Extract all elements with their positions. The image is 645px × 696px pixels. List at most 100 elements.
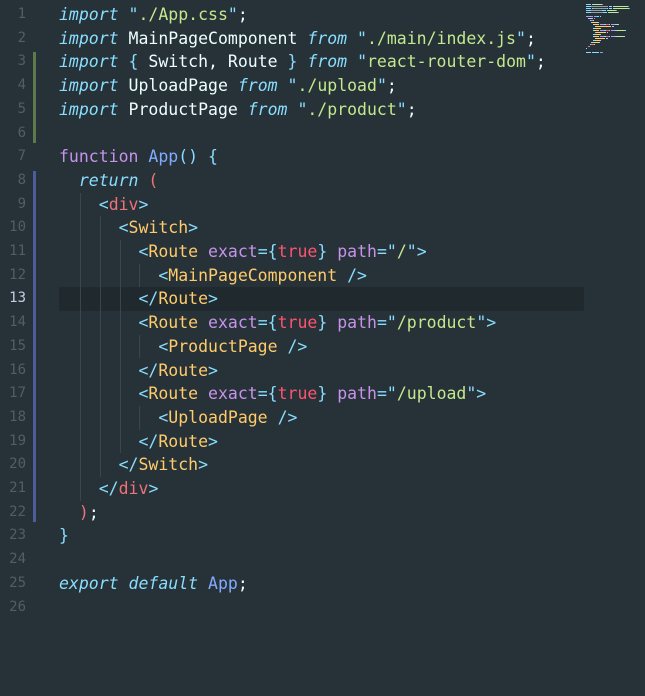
code-token: export [59, 573, 119, 593]
code-token: /upload [396, 384, 467, 404]
line-number: 11 [9, 243, 26, 259]
code-token: " [357, 52, 367, 72]
code-token: ( [148, 170, 159, 190]
minimap-token [623, 30, 626, 31]
minimap-token [603, 12, 607, 13]
line-number: 12 [9, 266, 26, 283]
code-token: UploadPage [168, 407, 268, 427]
code-token: Switch, Route [138, 52, 288, 72]
line-number: 1 [17, 6, 26, 22]
line-number: 5 [17, 100, 26, 117]
code-line: import "./App.css"; [59, 3, 248, 27]
code-token: App [148, 147, 179, 167]
git-added-marker[interactable] [33, 52, 36, 144]
code-token: " [516, 28, 526, 48]
code-token: ) [78, 502, 89, 522]
code-token: function [59, 147, 139, 167]
minimap[interactable] [586, 4, 634, 56]
code-token: () [178, 147, 199, 167]
code-token: ./main/index.js [366, 28, 516, 48]
code-line: <Route exact={true} path="/upload"> [59, 382, 486, 406]
code-token: < [138, 313, 149, 333]
minimap-token [593, 20, 595, 21]
minimap-token [591, 10, 603, 11]
minimap-token [612, 26, 614, 27]
code-line: </Switch> [59, 453, 208, 477]
code-token: from [247, 99, 288, 119]
code-token: div [108, 194, 139, 214]
code-token: Switch [138, 455, 199, 475]
minimap-token [586, 4, 592, 5]
code-token: exact [208, 313, 258, 333]
minimap-token [594, 44, 596, 45]
code-token: ProductPage [168, 336, 278, 356]
code-token: < [118, 218, 129, 238]
line-number: 8 [17, 171, 26, 188]
code-token: ; [535, 52, 546, 72]
code-line: <Route exact={true} path="/"> [59, 240, 426, 264]
code-token: " [396, 99, 407, 119]
code-token: "> [466, 384, 487, 404]
code-token: " [525, 52, 536, 72]
minimap-token [605, 38, 608, 39]
code-token: div [118, 479, 149, 498]
code-line: import UploadPage from "./upload"; [59, 74, 397, 98]
code-token: </ [98, 479, 119, 498]
code-token: path [337, 313, 377, 333]
line-number: 4 [17, 77, 26, 94]
code-token: ./upload [297, 76, 377, 96]
code-token: MainPageComponent [118, 28, 308, 48]
line-number: 9 [17, 195, 26, 212]
minimap-token [599, 16, 601, 17]
line-number: 22 [9, 503, 26, 520]
code-token: exact [208, 384, 258, 404]
minimap-token [599, 40, 601, 41]
minimap-token [594, 36, 599, 37]
code-token: ; [525, 28, 536, 48]
code-token: > [208, 289, 218, 309]
minimap-token [597, 22, 599, 23]
code-line: </Route> [59, 359, 217, 383]
git-modified-marker[interactable] [33, 170, 36, 523]
minimap-token [595, 26, 612, 27]
line-number: 7 [17, 148, 26, 165]
minimap-token [587, 18, 594, 19]
code-line: <div> [59, 193, 149, 217]
minimap-token [595, 38, 605, 39]
minimap-token [596, 16, 599, 17]
code-token: > [138, 194, 149, 214]
code-token: </ [138, 431, 159, 451]
code-editor[interactable]: 1 2 3 4 5 6 7 8 9 10 11 12 13 14 15 16 17 18 19 20 21 22 23 24 2… [0, 0, 645, 696]
code-token: return [78, 170, 139, 190]
minimap-token [593, 4, 602, 5]
line-number: 2 [17, 29, 26, 46]
minimap-token [595, 32, 606, 33]
minimap-token [591, 6, 609, 7]
minimap-token [586, 16, 594, 17]
code-token: Route [158, 360, 209, 380]
code-token: > [148, 479, 159, 498]
line-number: 17 [9, 385, 26, 402]
minimap-token [615, 10, 617, 11]
minimap-token [592, 52, 599, 53]
code-token: exact [208, 242, 258, 261]
code-line: import { Switch, Route } from "react-rou… [59, 50, 546, 74]
line-number: 15 [9, 337, 26, 354]
code-token: < [158, 407, 169, 427]
code-token: /product [396, 313, 477, 333]
code-line: <Route exact={true} path="/product"> [59, 311, 496, 335]
code-token: from [307, 28, 348, 48]
